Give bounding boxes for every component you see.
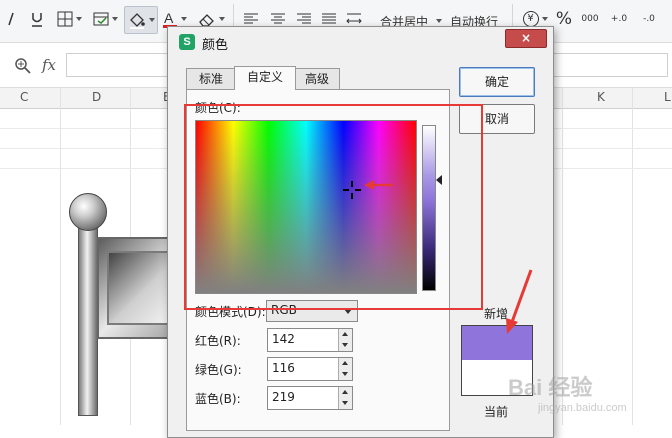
flag-inner-shape xyxy=(107,251,175,325)
dialog-title: 颜色 xyxy=(202,38,229,53)
percent-button[interactable]: % xyxy=(553,6,575,32)
align-center-icon xyxy=(271,13,285,24)
chevron-down-icon xyxy=(218,17,225,21)
blue-value: 219 xyxy=(272,390,295,404)
spin-down-icon xyxy=(342,401,348,405)
grid-line xyxy=(60,88,61,425)
borders-button[interactable] xyxy=(54,6,84,32)
blue-spin-buttons[interactable] xyxy=(338,387,352,409)
decrease-decimal-button[interactable]: -.0 xyxy=(636,6,662,32)
chevron-down-icon xyxy=(180,17,187,21)
underline-icon xyxy=(32,13,42,27)
spin-up-icon xyxy=(342,390,348,394)
green-value: 116 xyxy=(272,361,295,375)
tab-standard[interactable]: 标准 xyxy=(186,68,236,89)
close-button[interactable]: × xyxy=(505,29,547,48)
spin-down-icon xyxy=(342,372,348,376)
flagpole-shape[interactable] xyxy=(78,224,98,416)
align-right-icon xyxy=(297,13,311,24)
new-color-preview xyxy=(461,325,533,361)
red-stepper[interactable]: 142 xyxy=(267,328,353,352)
spin-down-icon xyxy=(342,343,348,347)
zoom-icon[interactable] xyxy=(14,57,32,75)
cell-style-button[interactable] xyxy=(90,6,120,32)
grid-line xyxy=(632,88,633,425)
paint-bucket-icon xyxy=(129,13,145,29)
justify-icon xyxy=(322,13,336,24)
align-left-icon xyxy=(244,13,258,24)
borders-icon xyxy=(57,11,72,27)
red-value: 142 xyxy=(272,332,295,346)
spin-up-icon xyxy=(342,361,348,365)
ok-button[interactable]: 确定 xyxy=(459,67,535,97)
italic-icon xyxy=(8,12,14,26)
green-stepper[interactable]: 116 xyxy=(267,357,353,381)
chevron-down-icon xyxy=(111,17,118,21)
spin-up-icon xyxy=(342,332,348,336)
baidu-watermark: Bai 经验 jingyan.baidu.com xyxy=(508,370,627,414)
blue-label: 蓝色(B): xyxy=(195,392,241,406)
thousands-icon: 000 xyxy=(581,14,599,24)
green-label: 绿色(G): xyxy=(195,363,242,377)
green-spin-buttons[interactable] xyxy=(338,358,352,380)
chevron-down-icon xyxy=(541,17,548,21)
flagpole-ball-shape[interactable] xyxy=(69,193,107,231)
thousands-separator-button[interactable]: 000 xyxy=(578,6,602,32)
currency-icon: ¥ xyxy=(522,11,539,27)
column-header-k[interactable]: K xyxy=(597,90,605,104)
chevron-down-icon xyxy=(75,17,82,21)
decrease-decimal-icon: -.0 xyxy=(643,14,655,24)
blue-stepper[interactable]: 219 xyxy=(267,386,353,410)
svg-text:A: A xyxy=(164,10,174,26)
distribute-icon xyxy=(346,13,362,24)
eraser-icon xyxy=(198,14,214,27)
column-header-d[interactable]: D xyxy=(92,90,101,104)
chevron-down-icon[interactable] xyxy=(436,19,442,23)
fx-icon[interactable]: fx xyxy=(42,56,56,74)
annotation-highlight-box xyxy=(184,104,483,310)
watermark-text: Bai 经验 xyxy=(508,375,593,400)
fill-color-button[interactable] xyxy=(124,6,158,34)
flag-shape[interactable] xyxy=(97,237,177,339)
tab-advanced[interactable]: 高级 xyxy=(294,68,340,89)
column-header-l[interactable]: L xyxy=(664,90,671,104)
new-color-label: 新增 xyxy=(484,307,509,321)
red-spin-buttons[interactable] xyxy=(338,329,352,351)
dialog-titlebar[interactable]: S 颜色 × xyxy=(168,27,553,57)
increase-decimal-icon: +.0 xyxy=(610,14,628,24)
percent-icon: % xyxy=(555,9,573,29)
watermark-subtext: jingyan.baidu.com xyxy=(538,402,627,414)
underline-button[interactable] xyxy=(26,6,48,32)
wps-app-icon: S xyxy=(179,34,195,50)
red-label: 红色(R): xyxy=(195,334,241,348)
tab-custom[interactable]: 自定义 xyxy=(234,66,296,90)
italic-button[interactable] xyxy=(2,6,20,32)
column-header-c[interactable]: C xyxy=(20,90,28,104)
increase-decimal-button[interactable]: +.0 xyxy=(606,6,632,32)
current-color-label: 当前 xyxy=(484,405,509,419)
chevron-down-icon xyxy=(148,18,155,22)
cell-style-icon xyxy=(93,12,108,26)
